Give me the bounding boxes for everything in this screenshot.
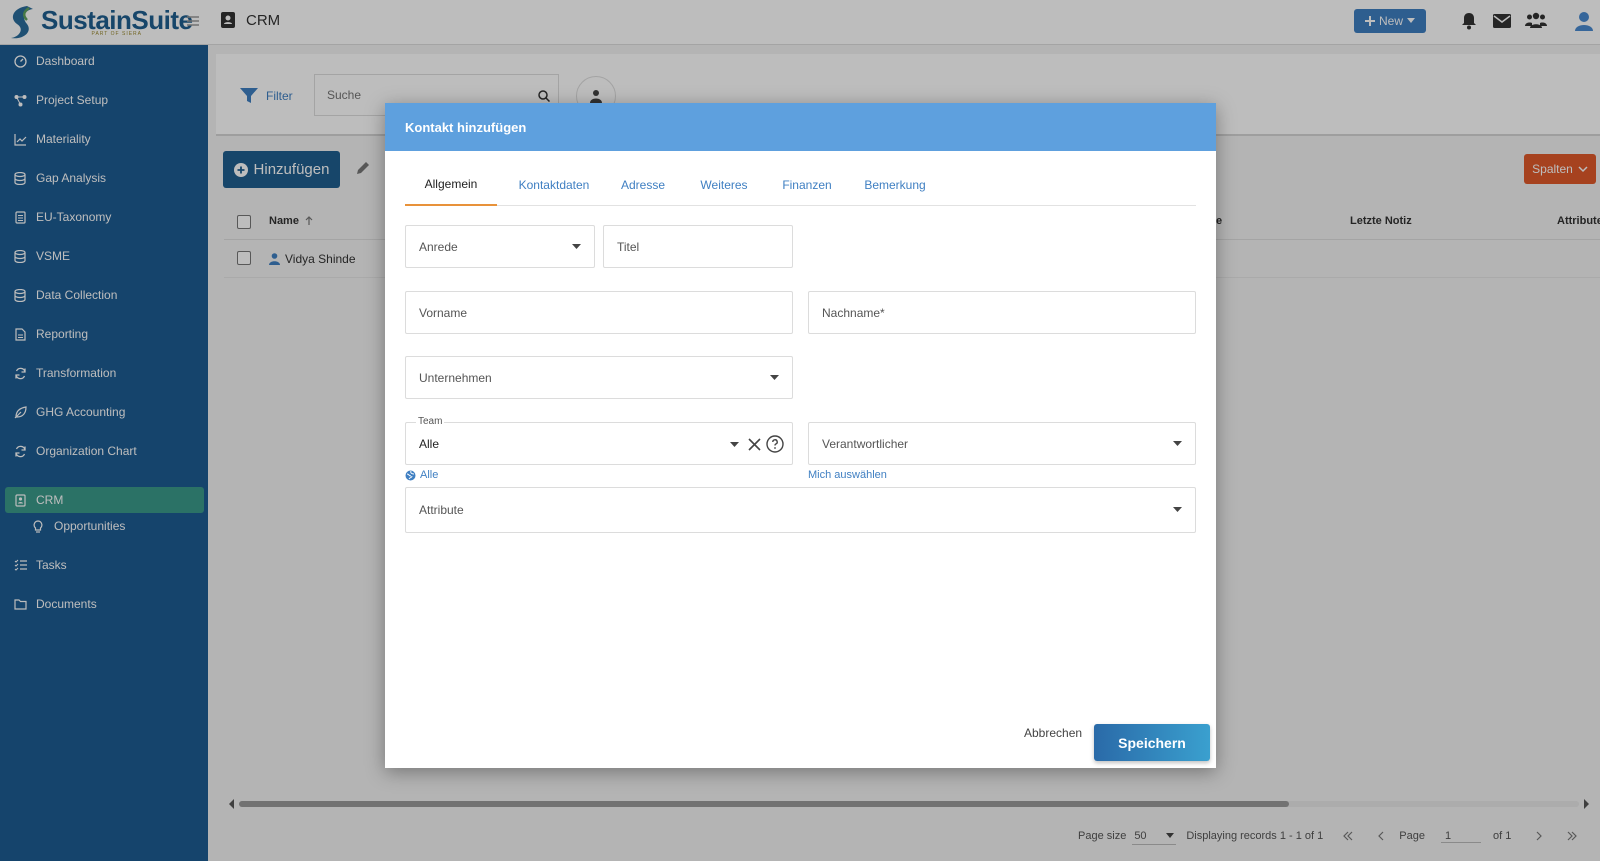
caret-down-icon bbox=[770, 374, 779, 380]
titel-label: Titel bbox=[617, 239, 640, 254]
globe-icon bbox=[405, 470, 416, 480]
verantwortlicher-label: Verantwortlicher bbox=[822, 436, 909, 451]
vorname-field[interactable]: Vorname bbox=[405, 291, 793, 334]
tab-weiteres[interactable]: Weiteres bbox=[694, 164, 754, 206]
team-value: Alle bbox=[419, 436, 440, 451]
caret-down-icon bbox=[1173, 507, 1182, 512]
help-circle-icon[interactable] bbox=[766, 435, 784, 453]
tab-allgemein[interactable]: Allgemein bbox=[405, 164, 497, 206]
unternehmen-label: Unternehmen bbox=[419, 370, 492, 385]
save-button[interactable]: Speichern bbox=[1094, 724, 1210, 761]
team-hint-label: Alle bbox=[420, 469, 439, 481]
anrede-select[interactable]: Anrede bbox=[405, 225, 595, 268]
nachname-label: Nachname* bbox=[822, 305, 885, 320]
titel-field[interactable]: Titel bbox=[603, 225, 793, 268]
tab-kontaktdaten[interactable]: Kontaktdaten bbox=[513, 164, 595, 206]
team-hint-link[interactable]: Alle bbox=[405, 469, 438, 481]
unternehmen-select[interactable]: Unternehmen bbox=[405, 356, 793, 399]
verantwortlicher-select[interactable]: Verantwortlicher bbox=[808, 422, 1196, 465]
tab-adresse[interactable]: Adresse bbox=[615, 164, 671, 206]
caret-down-icon bbox=[572, 243, 581, 249]
nachname-field[interactable]: Nachname* bbox=[808, 291, 1196, 334]
dialog-title: Kontakt hinzufügen bbox=[385, 103, 1216, 151]
team-label: Team bbox=[416, 416, 445, 427]
dialog-tabs: Allgemein Kontaktdaten Adresse Weiteres … bbox=[405, 164, 1196, 206]
vorname-label: Vorname bbox=[419, 305, 468, 320]
add-contact-dialog: Kontakt hinzufügen Allgemein Kontaktdate… bbox=[385, 103, 1216, 768]
anrede-label: Anrede bbox=[419, 239, 458, 254]
caret-down-icon bbox=[1173, 440, 1182, 446]
attribute-label: Attribute bbox=[419, 503, 464, 517]
attribute-select[interactable]: Attribute bbox=[405, 487, 1196, 533]
cancel-button[interactable]: Abbrechen bbox=[1024, 726, 1082, 740]
caret-down-icon bbox=[730, 442, 739, 447]
team-select[interactable]: Alle bbox=[405, 422, 793, 465]
clear-icon[interactable] bbox=[748, 438, 761, 451]
select-myself-link[interactable]: Mich auswählen bbox=[808, 469, 887, 481]
tab-bemerkung[interactable]: Bemerkung bbox=[860, 164, 930, 206]
tab-finanzen[interactable]: Finanzen bbox=[777, 164, 837, 206]
